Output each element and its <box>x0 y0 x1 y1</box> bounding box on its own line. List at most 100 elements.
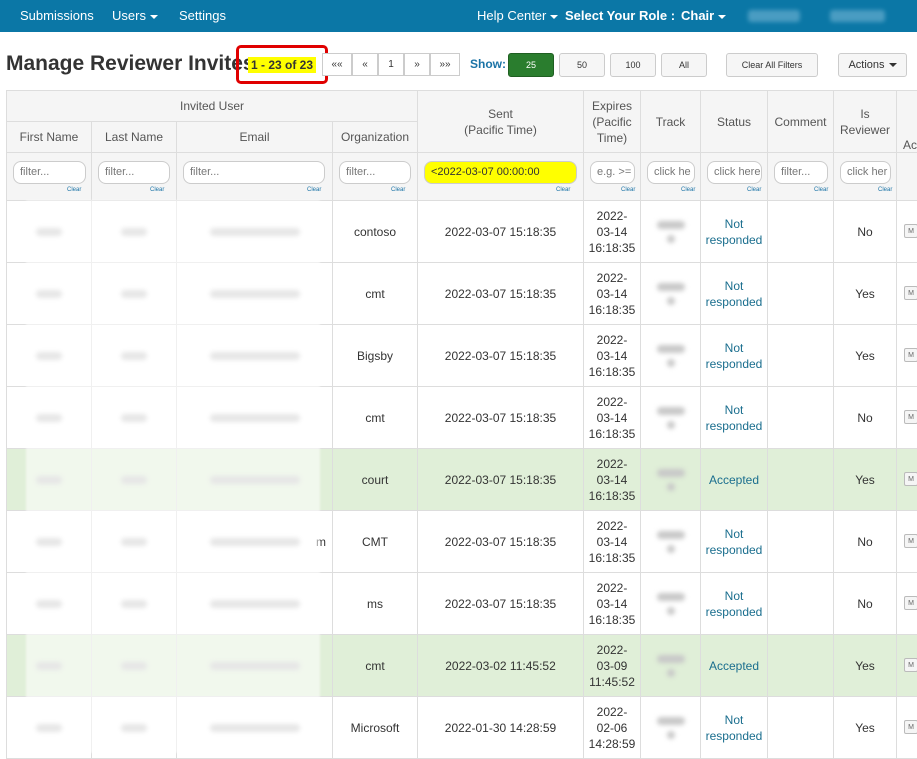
cell-status[interactable]: Not responded <box>701 263 768 324</box>
cell-track <box>641 697 701 758</box>
blurred-track-2 <box>666 420 675 429</box>
row-action-button[interactable]: M <box>904 658 917 672</box>
header-sent[interactable]: Sent (Pacific Time) <box>418 90 584 153</box>
expires-line3: 14:28:59 <box>588 736 636 751</box>
header-last-name[interactable]: Last Name <box>92 122 177 153</box>
header-email[interactable]: Email <box>177 122 333 153</box>
row-action-button[interactable]: M <box>904 534 917 548</box>
actions-dropdown-button[interactable]: Actions <box>838 53 907 77</box>
header-track[interactable]: Track <box>641 90 701 153</box>
filter-comment[interactable]: filter... <box>774 161 828 184</box>
filter-cell-status: click here Clear <box>701 153 768 201</box>
clear-organization[interactable]: Clear <box>391 187 405 193</box>
clear-comment[interactable]: Clear <box>814 187 828 193</box>
cell-comment <box>768 449 834 510</box>
cell-sent: 2022-03-02 11:45:52 <box>418 635 584 696</box>
cell-track <box>641 635 701 696</box>
status-line1: Not <box>724 340 744 355</box>
expires-line3: 16:18:35 <box>588 488 636 503</box>
show-label: Show: <box>470 57 506 71</box>
cell-status[interactable]: Not responded <box>701 511 768 572</box>
show-25-button[interactable]: 25 <box>508 53 554 77</box>
cell-status[interactable]: Accepted <box>701 635 768 696</box>
pager-page-1[interactable]: 1 <box>378 53 404 76</box>
nav-settings[interactable]: Settings <box>179 8 226 23</box>
show-50-button[interactable]: 50 <box>559 53 605 77</box>
blurred-track-2 <box>666 234 675 243</box>
clear-track[interactable]: Clear <box>681 187 695 193</box>
filter-first-name[interactable]: filter... <box>13 161 86 184</box>
filter-is-reviewer[interactable]: click her <box>840 161 891 184</box>
clear-sent[interactable]: Clear <box>556 187 570 193</box>
pager-last-button[interactable]: »» <box>430 53 460 76</box>
row-action-button[interactable]: M <box>904 410 917 424</box>
blurred-track <box>656 344 685 353</box>
cell-status[interactable]: Not responded <box>701 387 768 448</box>
header-status[interactable]: Status <box>701 90 768 153</box>
show-100-button[interactable]: 100 <box>610 53 656 77</box>
pager-first-button[interactable]: «« <box>322 53 352 76</box>
expires-line3: 16:18:35 <box>588 302 636 317</box>
cell-status[interactable]: Not responded <box>701 201 768 262</box>
cell-organization: Bigsby <box>333 325 418 386</box>
header-first-name[interactable]: First Name <box>6 122 92 153</box>
row-action-button[interactable]: M <box>904 720 917 734</box>
blurred-track <box>656 220 685 229</box>
status-line1: Accepted <box>708 472 760 487</box>
clear-all-filters-button[interactable]: Clear All Filters <box>726 53 818 77</box>
cell-is-reviewer: No <box>834 201 897 262</box>
cell-organization: CMT <box>333 511 418 572</box>
pager-next-button[interactable]: » <box>404 53 430 76</box>
filter-cell-expires: e.g. >= Clear <box>584 153 641 201</box>
filter-status[interactable]: click here <box>707 161 762 184</box>
filter-email[interactable]: filter... <box>183 161 325 184</box>
row-action-button[interactable]: M <box>904 224 917 238</box>
filter-track[interactable]: click he <box>647 161 695 184</box>
cell-organization: Microsoft <box>333 697 418 758</box>
expires-line1: 2022- <box>596 270 628 285</box>
clear-last-name[interactable]: Clear <box>150 187 164 193</box>
role-dropdown[interactable]: Chair <box>681 8 727 23</box>
status-line2: responded <box>705 232 763 247</box>
pager-prev-button[interactable]: « <box>352 53 378 76</box>
header-is-reviewer[interactable]: Is Reviewer <box>834 90 897 153</box>
nav-help-center[interactable]: Help Center <box>477 8 559 23</box>
clear-email[interactable]: Clear <box>307 187 321 193</box>
status-line1: Not <box>724 526 744 541</box>
blurred-user-name[interactable] <box>748 10 800 22</box>
clear-first-name[interactable]: Clear <box>67 187 81 193</box>
header-expires[interactable]: Expires (Pacific Time) <box>584 90 641 153</box>
row-action-button[interactable]: M <box>904 286 917 300</box>
filter-organization[interactable]: filter... <box>339 161 411 184</box>
blurred-track-2 <box>666 544 675 553</box>
cell-comment <box>768 325 834 386</box>
cell-status[interactable]: Not responded <box>701 697 768 758</box>
expires-line1: 2022- <box>596 208 628 223</box>
expires-line2: 03-14 <box>596 348 628 363</box>
filter-last-name[interactable]: filter... <box>98 161 170 184</box>
clear-expires[interactable]: Clear <box>621 187 635 193</box>
header-comment[interactable]: Comment <box>768 90 834 153</box>
expires-line1: 2022- <box>596 642 628 657</box>
filter-sent[interactable]: <2022-03-07 00:00:00 <box>424 161 577 184</box>
expires-line1: 2022- <box>596 394 628 409</box>
nav-users[interactable]: Users <box>112 8 158 23</box>
filter-expires[interactable]: e.g. >= <box>590 161 635 184</box>
filter-cell-track: click he Clear <box>641 153 701 201</box>
status-line2: responded <box>705 542 763 557</box>
clear-is-reviewer[interactable]: Clear <box>878 187 892 193</box>
blurred-user-menu[interactable] <box>830 10 885 22</box>
chevron-down-icon <box>149 14 158 19</box>
status-line2: responded <box>705 356 763 371</box>
cell-status[interactable]: Not responded <box>701 325 768 386</box>
cell-status[interactable]: Accepted <box>701 449 768 510</box>
row-action-button[interactable]: M <box>904 348 917 362</box>
header-organization[interactable]: Organization <box>333 122 418 153</box>
row-action-button[interactable]: M <box>904 596 917 610</box>
cell-status[interactable]: Not responded <box>701 573 768 634</box>
clear-status[interactable]: Clear <box>747 187 761 193</box>
show-all-button[interactable]: All <box>661 53 707 77</box>
nav-submissions[interactable]: Submissions <box>20 8 94 23</box>
row-action-button[interactable]: M <box>904 472 917 486</box>
cell-is-reviewer: Yes <box>834 697 897 758</box>
